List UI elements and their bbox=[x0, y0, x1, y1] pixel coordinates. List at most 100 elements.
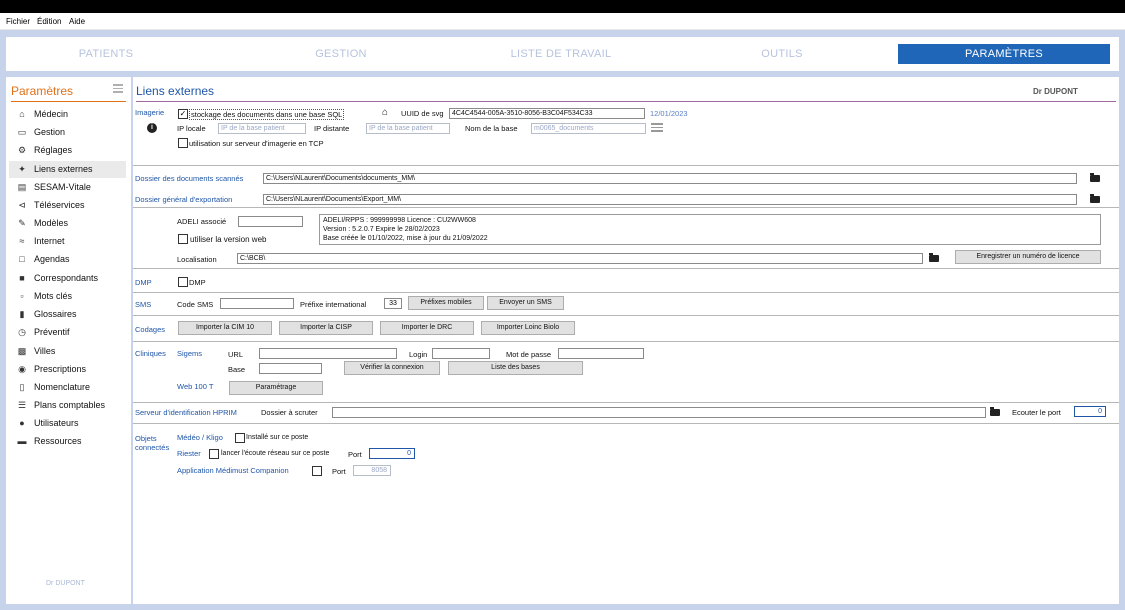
riester-port-label: Port bbox=[348, 450, 362, 459]
menu-bar: Fichier Édition Aide bbox=[0, 13, 1125, 30]
localisation-field[interactable]: C:\BCB\ bbox=[237, 253, 923, 264]
companion-port-field[interactable]: 8058 bbox=[353, 465, 391, 476]
list-bases-button[interactable]: Liste des bases bbox=[448, 361, 583, 375]
ip-locale-field[interactable]: IP de la base patient bbox=[218, 123, 306, 134]
menu-edition[interactable]: Édition bbox=[37, 17, 61, 26]
sidebar-item-liens-externes[interactable]: ✦ Liens externes bbox=[9, 161, 126, 178]
sidebar-item-medecin[interactable]: ⌂ Médecin bbox=[9, 106, 126, 123]
prefix-field[interactable]: 33 bbox=[384, 298, 402, 309]
password-field[interactable] bbox=[558, 348, 644, 359]
section-divider bbox=[133, 402, 1119, 403]
bcb-info-line1: ADELI/RPPS : 999999998 Licence : CU2WW60… bbox=[323, 217, 476, 224]
import-loinc-button[interactable]: Importer Loinc Biolo bbox=[481, 321, 575, 335]
car-icon: ▬ bbox=[17, 436, 27, 446]
sms-code-label: Code SMS bbox=[177, 300, 214, 309]
sidebar-item-nomenclature[interactable]: ▯ Nomenclature bbox=[9, 379, 126, 396]
web-version-label: utiliser la version web bbox=[190, 235, 267, 244]
sidebar-item-glossaires[interactable]: ▮ Glossaires bbox=[9, 306, 126, 323]
uuid-field[interactable]: 4C4C4544-005A-3510-8056-B3C04F534C33 bbox=[449, 108, 645, 119]
hprim-port-field[interactable]: 0 bbox=[1074, 406, 1106, 417]
folder-icon[interactable] bbox=[1090, 173, 1100, 182]
tab-parametres[interactable]: PARAMÈTRES bbox=[898, 44, 1110, 64]
ip-distante-field[interactable]: IP de la base patient bbox=[366, 123, 450, 134]
sidebar-item-teleservices[interactable]: ⊲ Téléservices bbox=[9, 197, 126, 214]
dmp-checkbox[interactable] bbox=[178, 277, 188, 287]
web-version-checkbox[interactable] bbox=[178, 234, 188, 244]
sidebar-item-prescriptions[interactable]: ◉ Prescriptions bbox=[9, 361, 126, 378]
folder-icon[interactable] bbox=[929, 253, 939, 262]
scanned-folder-field[interactable]: C:\Users\NLaurent\Documents\documents_MM… bbox=[263, 173, 1077, 184]
import-cisp-button[interactable]: Importer la CISP bbox=[279, 321, 373, 335]
dmp-section-label: DMP bbox=[135, 278, 152, 287]
send-sms-button[interactable]: Envoyer un SMS bbox=[487, 296, 564, 310]
info-icon[interactable]: i bbox=[147, 123, 157, 133]
clinic-base-field[interactable] bbox=[259, 363, 322, 374]
sidebar-item-agendas[interactable]: □ Agendas bbox=[9, 251, 126, 268]
riester-label: Riester bbox=[177, 449, 201, 458]
sidebar-item-utilisateurs[interactable]: ● Utilisateurs bbox=[9, 415, 126, 432]
export-folder-label: Dossier général d'exportation bbox=[135, 195, 233, 204]
sidebar-item-preventif[interactable]: ◷ Préventif bbox=[9, 324, 126, 341]
list-icon: ☰ bbox=[17, 400, 27, 410]
list-menu-icon[interactable] bbox=[651, 122, 663, 132]
hprim-port-label: Ecouter le port bbox=[1012, 408, 1061, 417]
book-icon: ▮ bbox=[19, 309, 25, 319]
login-field[interactable] bbox=[432, 348, 490, 359]
tab-liste-de-travail[interactable]: LISTE DE TRAVAIL bbox=[492, 44, 630, 64]
register-licence-button[interactable]: Enregistrer un numéro de licence bbox=[955, 250, 1101, 264]
menu-aide[interactable]: Aide bbox=[69, 17, 85, 26]
url-label: URL bbox=[228, 350, 244, 359]
sidebar-item-plans-comptables[interactable]: ☰ Plans comptables bbox=[9, 397, 126, 414]
document-icon: ▯ bbox=[19, 382, 25, 392]
tab-patients[interactable]: PATIENTS bbox=[58, 44, 154, 64]
uuid-date: 12/01/2023 bbox=[650, 109, 688, 118]
adeli-label: ADELI associé bbox=[177, 217, 227, 226]
folder-icon[interactable] bbox=[1090, 194, 1100, 203]
sidebar-item-reglages[interactable]: ⚙ Réglages bbox=[9, 142, 126, 159]
tab-gestion[interactable]: GESTION bbox=[289, 44, 393, 64]
sidebar-item-villes[interactable]: ▩ Villes bbox=[9, 343, 126, 360]
main-nav: PATIENTS GESTION LISTE DE TRAVAIL OUTILS… bbox=[6, 37, 1119, 71]
companion-checkbox[interactable] bbox=[312, 466, 322, 476]
tab-outils[interactable]: OUTILS bbox=[736, 44, 828, 64]
sidebar-title: Paramètres bbox=[11, 84, 74, 98]
sidebar-item-ressources[interactable]: ▬ Ressources bbox=[9, 433, 126, 450]
sms-code-field[interactable] bbox=[220, 298, 294, 309]
sidebar-item-mots-cles[interactable]: ▫ Mots clés bbox=[9, 288, 126, 305]
section-divider bbox=[133, 423, 1119, 424]
page-title-divider bbox=[136, 101, 1116, 102]
verify-connection-button[interactable]: Vérifier la connexion bbox=[344, 361, 440, 375]
tcp-checkbox[interactable] bbox=[178, 138, 188, 148]
page-title: Liens externes bbox=[136, 84, 215, 98]
riester-check-label: lancer l'écoute réseau sur ce poste bbox=[221, 450, 330, 457]
hamburger-menu-icon[interactable] bbox=[113, 84, 123, 93]
export-folder-field[interactable]: C:\Users\NLaurent\Documents\Export_MM\ bbox=[263, 194, 1077, 205]
uuid-label: UUID de svg bbox=[401, 109, 444, 118]
base-name-field[interactable]: m0065_documents bbox=[531, 123, 646, 134]
home-icon: ⌂ bbox=[19, 109, 25, 119]
wifi-icon: ≈ bbox=[19, 236, 25, 246]
sidebar-item-gestion[interactable]: ▭ Gestion bbox=[9, 124, 126, 141]
clinic-base-label: Base bbox=[228, 365, 246, 374]
sidebar-item-internet[interactable]: ≈ Internet bbox=[9, 233, 126, 250]
sidebar-item-correspondants[interactable]: ■ Correspondants bbox=[9, 270, 126, 287]
menu-fichier[interactable]: Fichier bbox=[6, 17, 30, 26]
medeo-checkbox[interactable] bbox=[235, 433, 245, 443]
sidebar-item-sesam-vitale[interactable]: ▤ SESAM-Vitale bbox=[9, 179, 126, 196]
import-cim10-button[interactable]: Importer la CIM 10 bbox=[178, 321, 272, 335]
sms-section-label: SMS bbox=[135, 300, 152, 309]
hprim-folder-field[interactable] bbox=[332, 407, 986, 418]
sidebar-item-modeles[interactable]: ✎ Modèles bbox=[9, 215, 126, 232]
ip-distante-label: IP distante bbox=[314, 124, 350, 133]
users-icon: ● bbox=[19, 418, 25, 428]
adeli-field[interactable] bbox=[238, 216, 303, 227]
parametrage-button[interactable]: Paramétrage bbox=[229, 381, 323, 395]
import-drc-button[interactable]: Importer le DRC bbox=[380, 321, 474, 335]
url-field[interactable] bbox=[259, 348, 397, 359]
riester-checkbox[interactable] bbox=[209, 449, 219, 459]
store-sql-checkbox[interactable]: ✓ bbox=[178, 109, 188, 119]
main-panel: Liens externes Dr DUPONT Imagerie ✓ stoc… bbox=[133, 77, 1119, 604]
mobile-prefixes-button[interactable]: Préfixes mobiles bbox=[408, 296, 484, 310]
folder-icon[interactable] bbox=[990, 407, 1000, 416]
riester-port-field[interactable]: 0 bbox=[369, 448, 415, 459]
